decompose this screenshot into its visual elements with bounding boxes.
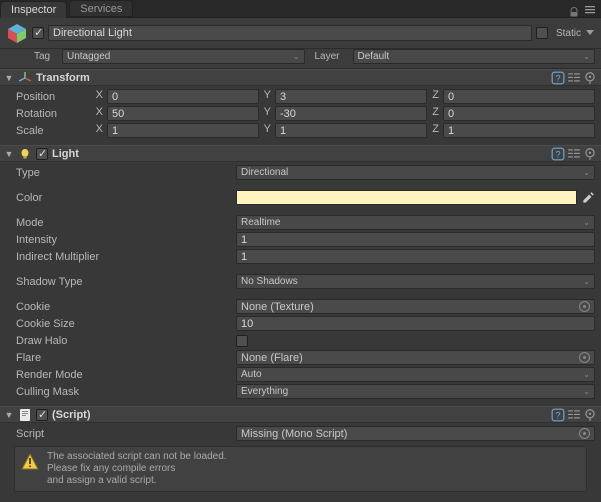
tab-menu-icon[interactable] <box>583 3 597 17</box>
transform-title: Transform <box>36 72 547 84</box>
position-y-input[interactable] <box>275 89 427 104</box>
light-shadow-dropdown[interactable]: No Shadows⌄ <box>236 274 595 289</box>
help-icon[interactable]: ? <box>551 408 565 422</box>
scale-x-input[interactable] <box>107 123 259 138</box>
color-swatch <box>237 191 576 204</box>
preset-icon[interactable] <box>567 147 581 161</box>
tab-services[interactable]: Services <box>69 0 133 17</box>
transform-icon <box>18 71 32 85</box>
light-intensity-input[interactable] <box>236 232 595 247</box>
rotation-y-input[interactable] <box>275 106 427 121</box>
position-z-input[interactable] <box>443 89 595 104</box>
eyedropper-icon[interactable] <box>581 191 595 205</box>
gameobject-name-input[interactable] <box>48 25 532 41</box>
rotation-x-input[interactable] <box>107 106 259 121</box>
script-field-label: Script <box>6 428 236 440</box>
light-cookie-label: Cookie <box>6 301 236 313</box>
tag-label: Tag <box>34 51 58 62</box>
light-cookiesize-input[interactable] <box>236 316 595 331</box>
light-indirect-label: Indirect Multiplier <box>6 251 236 263</box>
light-culling-dropdown[interactable]: Everything⌄ <box>236 384 595 399</box>
rotation-z-input[interactable] <box>443 106 595 121</box>
light-shadow-label: Shadow Type <box>6 276 236 288</box>
warning-icon <box>21 453 39 471</box>
light-drawhalo-checkbox[interactable] <box>236 335 248 347</box>
script-field[interactable]: Missing (Mono Script) <box>236 426 595 441</box>
light-flare-field[interactable]: None (Flare) <box>236 350 595 365</box>
context-menu-icon[interactable] <box>583 147 597 161</box>
gameobject-enabled-checkbox[interactable] <box>32 27 44 39</box>
light-cookiesize-label: Cookie Size <box>6 318 236 330</box>
scale-y-input[interactable] <box>275 123 427 138</box>
layer-value: Default <box>358 51 390 62</box>
light-culling-label: Culling Mask <box>6 386 236 398</box>
help-icon[interactable]: ? <box>551 147 565 161</box>
scale-label: Scale <box>6 125 93 137</box>
preset-icon[interactable] <box>567 408 581 422</box>
light-indirect-input[interactable] <box>236 249 595 264</box>
light-mode-dropdown[interactable]: Realtime⌄ <box>236 215 595 230</box>
scale-z-input[interactable] <box>443 123 595 138</box>
light-drawhalo-label: Draw Halo <box>6 335 236 347</box>
light-rendermode-dropdown[interactable]: Auto⌄ <box>236 367 595 382</box>
light-foldout[interactable]: ▼ <box>4 149 14 159</box>
layer-dropdown[interactable]: Default⌄ <box>353 49 596 64</box>
light-flare-label: Flare <box>6 352 236 364</box>
warning-box: The associated script can not be loaded.… <box>14 446 587 492</box>
svg-text:?: ? <box>555 410 560 420</box>
light-type-label: Type <box>6 167 236 179</box>
warning-line-3: and assign a valid script. <box>47 475 227 487</box>
light-color-field[interactable] <box>236 190 577 205</box>
tag-value: Untagged <box>67 51 110 62</box>
rotation-label: Rotation <box>6 108 93 120</box>
lock-icon[interactable] <box>569 7 579 17</box>
light-title: Light <box>52 148 547 160</box>
light-enabled-checkbox[interactable] <box>36 148 48 160</box>
light-cookie-field[interactable]: None (Texture) <box>236 299 595 314</box>
script-icon <box>18 408 32 422</box>
light-intensity-label: Intensity <box>6 234 236 246</box>
light-rendermode-label: Render Mode <box>6 369 236 381</box>
light-icon <box>18 147 32 161</box>
object-picker-icon[interactable] <box>579 352 590 363</box>
warning-line-2: Please fix any compile errors <box>47 463 227 475</box>
axis-y-label: Y <box>261 89 273 104</box>
axis-x-label: X <box>93 89 105 104</box>
transform-foldout[interactable]: ▼ <box>4 73 14 83</box>
object-picker-icon[interactable] <box>579 428 590 439</box>
object-picker-icon[interactable] <box>579 301 590 312</box>
script-enabled-checkbox[interactable] <box>36 409 48 421</box>
position-x-input[interactable] <box>107 89 259 104</box>
gameobject-icon <box>6 22 28 44</box>
light-type-dropdown[interactable]: Directional⌄ <box>236 165 595 180</box>
light-color-label: Color <box>6 192 236 204</box>
axis-z-label: Z <box>429 89 441 104</box>
help-icon[interactable]: ? <box>551 71 565 85</box>
layer-label: Layer <box>315 51 349 62</box>
static-dropdown-icon[interactable] <box>585 27 595 40</box>
light-mode-label: Mode <box>6 217 236 229</box>
static-label: Static <box>556 28 581 39</box>
position-label: Position <box>6 91 93 103</box>
svg-text:?: ? <box>555 73 560 83</box>
context-menu-icon[interactable] <box>583 71 597 85</box>
svg-text:?: ? <box>555 149 560 159</box>
context-menu-icon[interactable] <box>583 408 597 422</box>
script-title: (Script) <box>52 409 547 421</box>
script-foldout[interactable]: ▼ <box>4 410 14 420</box>
warning-line-1: The associated script can not be loaded. <box>47 451 227 463</box>
preset-icon[interactable] <box>567 71 581 85</box>
tab-inspector[interactable]: Inspector <box>0 1 67 18</box>
tag-dropdown[interactable]: Untagged⌄ <box>62 49 305 64</box>
static-checkbox[interactable] <box>536 27 548 39</box>
